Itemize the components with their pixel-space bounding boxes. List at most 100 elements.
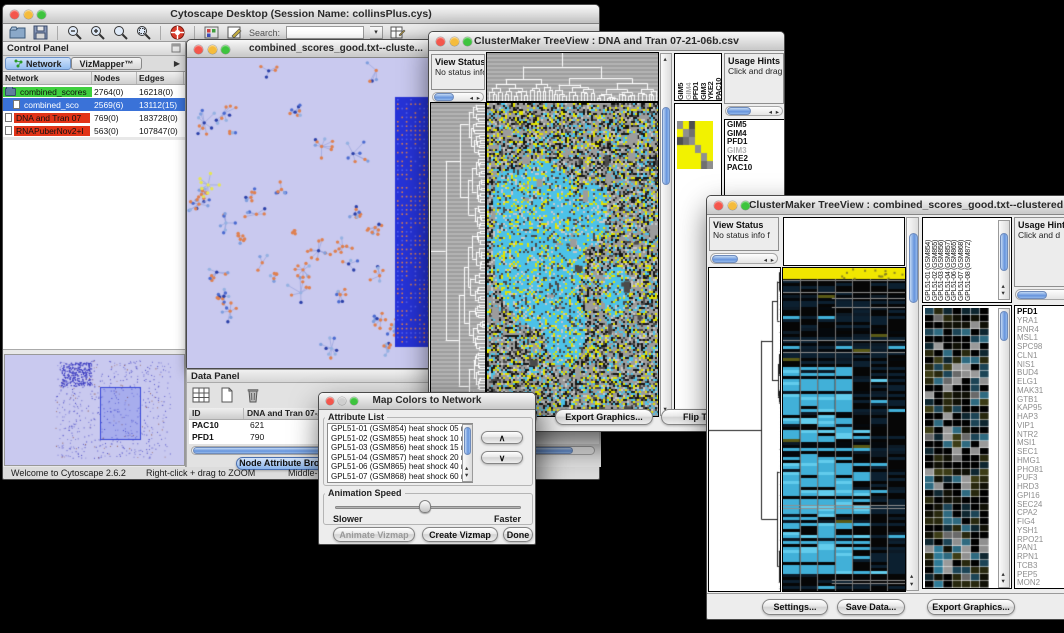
gene-label[interactable]: MON2 [1015,579,1064,588]
tv2-usage-scrollbar[interactable]: ◂▸ [1015,289,1064,300]
vizmapper-icon[interactable] [203,25,220,40]
window-controls [10,10,46,19]
tv1-view-status-scrollbar[interactable]: ◂▸ [432,92,484,102]
tv2-summary-scrollbar[interactable]: ▴▾ [998,308,1010,588]
minimize-button[interactable] [24,10,33,19]
save-data-button[interactable]: Save Data... [837,599,905,615]
annotation-icon[interactable] [226,25,243,40]
attribute-browser-icon[interactable] [389,25,406,40]
map-colors-dialog: Map Colors to Network Attribute List GPL… [318,392,536,545]
network-row[interactable]: combined_scores 2764(0) 16218(0) [3,85,185,98]
column-label: PFD1 [691,54,699,100]
tabs-more-arrow[interactable]: ▶ [169,59,185,68]
network-row-selected[interactable]: combined_sco 2569(6) 13112(15) [3,98,185,111]
minimize-button[interactable] [450,37,459,46]
animate-vizmap-button[interactable]: Animate Vizmap [333,527,415,542]
tv2-heatmap[interactable] [783,268,905,591]
column-label: GPL51-03 (GSM856) [938,219,945,301]
save-icon[interactable] [32,25,49,40]
attribute-item[interactable]: GPL51-01 (GSM854) heat shock 05 min [328,424,472,434]
column-header[interactable]: Edges [137,72,184,84]
tv1-heatmap[interactable] [487,103,658,416]
open-folder-icon[interactable] [9,25,26,40]
column-label: YKE2 [706,54,714,100]
tv1-column-dendrogram[interactable] [487,53,658,101]
column-label: GPL51-01 (GSM854) [925,219,932,301]
new-file-icon[interactable] [217,386,237,404]
tv2-summary-panel: ▴▾ [922,305,1012,589]
tv2-vscrollbar[interactable]: ▴▾ [906,217,919,591]
treeview1-titlebar[interactable]: ClusterMaker TreeView : DNA and Tran 07-… [429,32,784,51]
attribute-item[interactable]: GPL51-08 (GSM872) heat shock 80 min [328,481,472,483]
birdseye-overview[interactable] [4,354,185,466]
tv1-correlation-matrix[interactable] [677,121,713,169]
zoom-selected-icon[interactable] [135,25,152,40]
search-label: Search: [249,28,280,38]
zoom-out-icon[interactable] [66,25,83,40]
network-row[interactable]: RNAPuberNov2+I 563(0) 107847(0) [3,124,185,137]
tv2-summary-heatmap[interactable] [925,308,989,588]
export-graphics-button[interactable]: Export Graphics... [927,599,1015,615]
tv2-row-dendrogram[interactable] [709,268,780,591]
gene-label[interactable]: PAC10 [725,164,784,173]
zoom-fit-icon[interactable] [112,25,129,40]
tv2-gene-list[interactable]: PFD1YRA1RNR4MSL1SPC98CLN1NIS1BUD4ELG1MAK… [1014,305,1064,589]
zoom-button[interactable] [221,45,230,54]
attribute-item[interactable]: GPL51-02 (GSM855) heat shock 10 min [328,434,472,444]
minimize-button[interactable] [208,45,217,54]
close-button[interactable] [436,37,445,46]
search-dropdown-arrow[interactable]: ▾ [370,26,383,39]
tv2-view-status-scrollbar[interactable]: ◂▸ [710,253,778,264]
column-header[interactable]: Nodes [92,72,137,84]
attribute-item[interactable]: GPL51-07 (GSM868) heat shock 60 min [328,472,472,482]
table-icon[interactable] [191,386,211,404]
tv2-column-tree-area [783,217,905,266]
speed-slider-thumb[interactable] [419,500,431,513]
zoom-button[interactable] [741,201,750,210]
tv2-view-status-panel: View Status No status info f [709,217,779,251]
tv2-labels-scrollbar[interactable]: ▴▾ [998,220,1010,300]
network-file-icon [5,113,12,122]
faster-label: Faster [494,514,521,524]
trash-icon[interactable] [243,386,263,404]
dialog-titlebar[interactable]: Map Colors to Network [319,393,535,410]
search-input[interactable] [286,26,364,39]
zoom-button[interactable] [463,37,472,46]
create-vizmap-button[interactable]: Create Vizmap [422,527,498,542]
column-label: GIM3 [699,54,707,100]
float-panel-icon[interactable] [171,43,181,53]
tab-network[interactable]: Network [5,57,71,70]
attribute-list-label: Attribute List [325,412,387,422]
export-graphics-button[interactable]: Export Graphics... [555,409,653,425]
minimize-button[interactable] [728,201,737,210]
close-button[interactable] [326,397,334,405]
attribute-item[interactable]: GPL51-03 (GSM856) heat shock 15 min [328,443,472,453]
main-titlebar[interactable]: Cytoscape Desktop (Session Name: collins… [3,5,599,24]
network-row[interactable]: DNA and Tran 07 769(0) 183728(0) [3,111,185,124]
tab-vizmapper[interactable]: VizMapper™ [71,57,143,70]
close-button[interactable] [194,45,203,54]
close-button[interactable] [10,10,19,19]
help-lifering-icon[interactable] [169,25,186,40]
column-header[interactable]: Network [3,72,92,84]
zoom-button[interactable] [37,10,46,19]
attribute-item[interactable]: GPL51-06 (GSM865) heat shock 40 min [328,462,472,472]
attribute-list[interactable]: GPL51-01 (GSM854) heat shock 05 minGPL51… [327,423,473,483]
treeview2-titlebar[interactable]: ClusterMaker TreeView : combined_scores_… [707,196,1064,215]
column-label: GIM5 [676,54,684,100]
zoom-button[interactable] [350,397,358,405]
attribute-item[interactable]: GPL51-04 (GSM857) heat shock 20 min [328,453,472,463]
close-button[interactable] [714,201,723,210]
tv1-row-dendrogram[interactable] [431,103,485,416]
attribute-list-scrollbar[interactable]: ▴▾ [462,424,473,482]
treeview2-window: ClusterMaker TreeView : combined_scores_… [706,195,1064,620]
move-down-button[interactable]: ∨ [481,451,523,464]
slower-label: Slower [333,514,363,524]
tv1-usage-scrollbar[interactable]: ◂▸ [725,106,783,116]
zoom-in-icon[interactable] [89,25,106,40]
column-header[interactable]: ID [189,408,244,419]
done-button[interactable]: Done [503,527,533,542]
move-up-button[interactable]: ∧ [481,431,523,444]
settings-button[interactable]: Settings... [762,599,828,615]
tv1-vscrollbar[interactable]: ▴▾ [660,53,672,416]
